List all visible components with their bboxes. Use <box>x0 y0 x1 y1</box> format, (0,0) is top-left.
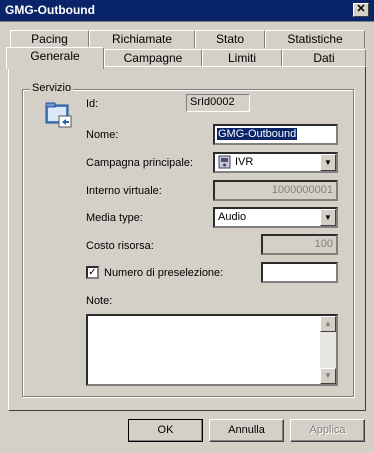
close-icon: ✕ <box>356 3 366 15</box>
tab-label: Stato <box>215 32 245 46</box>
ok-label: OK <box>157 424 174 436</box>
tab-label: Campagne <box>123 51 183 65</box>
title-bar: GMG-Outbound ✕ <box>0 0 374 22</box>
tab-label: Statistiche <box>287 32 343 46</box>
tab-label: Limiti <box>227 51 256 65</box>
tab-label: Generale <box>30 49 80 63</box>
tab-label: Dati <box>313 51 335 65</box>
tab-richiamate[interactable]: Richiamate <box>89 30 195 49</box>
tab-stato[interactable]: Stato <box>195 30 265 49</box>
ok-button[interactable]: OK <box>128 419 203 442</box>
window-title: GMG-Outbound <box>5 3 95 17</box>
applica-button[interactable]: Applica <box>290 419 365 442</box>
tab-panel <box>8 66 366 411</box>
annulla-button[interactable]: Annulla <box>209 419 284 442</box>
close-button[interactable]: ✕ <box>353 3 369 17</box>
tab-label: Pacing <box>31 32 68 46</box>
annulla-label: Annulla <box>228 424 265 436</box>
tab-statistiche[interactable]: Statistiche <box>265 30 365 49</box>
tab-label: Richiamate <box>111 32 173 46</box>
applica-label: Applica <box>309 424 346 436</box>
tab-generale[interactable]: Generale <box>6 47 104 69</box>
